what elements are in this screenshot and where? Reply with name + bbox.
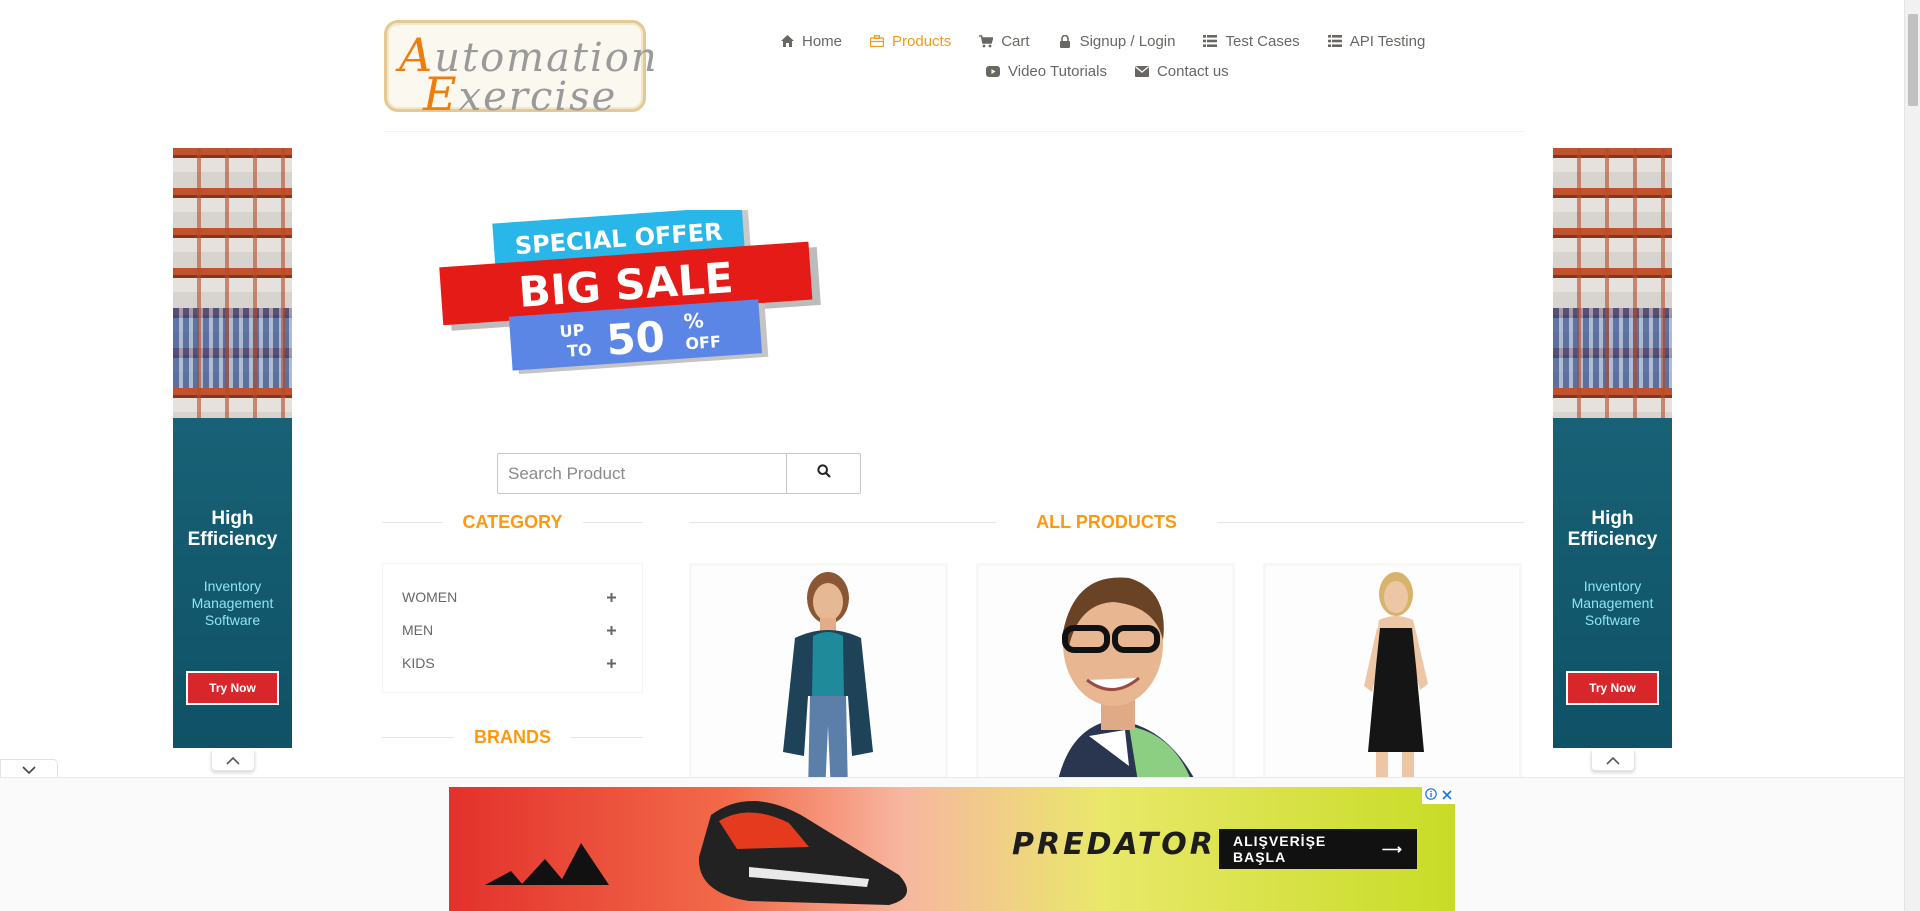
left-ad-collapse-toggle[interactable]: [211, 751, 255, 771]
search-icon: [816, 464, 831, 483]
ad-subtitle: Inventory Management Software: [173, 578, 292, 629]
category-item-men[interactable]: MEN: [383, 613, 642, 646]
ad-subtitle-line2: Management: [191, 595, 274, 611]
left-side-ad[interactable]: High Efficiency Inventory Management Sof…: [173, 148, 292, 748]
cart-icon: [979, 34, 994, 48]
ad-headline: High Efficiency: [1553, 508, 1672, 550]
ad-headline: High Efficiency: [173, 508, 292, 550]
sale-to: TO: [566, 340, 592, 361]
category-title-wrap: CATEGORY: [382, 512, 644, 533]
list-icon: [1327, 34, 1342, 48]
product-image-woman-top: [692, 566, 945, 790]
category-panel: WOMEN MEN KIDS: [382, 563, 643, 693]
logo-line2: Exercise: [423, 67, 618, 121]
ad-headline-line1: High: [211, 508, 254, 529]
product-image-man-polo: [979, 566, 1232, 790]
site-logo[interactable]: Automation Exercise: [384, 20, 657, 121]
sale-up: UP: [559, 320, 585, 341]
nav-contact-us-label: Contact us: [1156, 62, 1229, 80]
shop-now-label: ALIŞVERİŞE BAŞLA: [1233, 833, 1327, 865]
lock-icon: [1058, 34, 1072, 48]
sale-percent-sign: %: [683, 308, 705, 333]
nav-cart-label: Cart: [1001, 32, 1030, 50]
right-side-ad[interactable]: High Efficiency Inventory Management Sof…: [1553, 148, 1672, 748]
category-label: WOMEN: [402, 588, 458, 605]
home-icon: [780, 34, 794, 48]
category-label: MEN: [402, 621, 434, 638]
main-nav: Home Products Cart Signup / Login Test C…: [780, 26, 1440, 86]
briefcase-icon: [870, 34, 885, 48]
nav-video-tutorials[interactable]: Video Tutorials: [986, 63, 1107, 80]
ad-headline-line2: Efficiency: [187, 529, 278, 550]
predator-ad-text: PREDATOR: [1012, 827, 1216, 862]
chevron-up-icon: [1606, 752, 1620, 770]
close-icon[interactable]: [1442, 789, 1452, 803]
nav-video-tutorials-label: Video Tutorials: [1008, 62, 1107, 80]
category-item-women[interactable]: WOMEN: [383, 580, 642, 613]
right-ad-collapse-toggle[interactable]: [1591, 751, 1635, 771]
product-card[interactable]: [1263, 563, 1522, 793]
sale-off: OFF: [685, 332, 722, 353]
warehouse-shelves-image: [173, 148, 292, 418]
category-title: CATEGORY: [462, 512, 563, 532]
nav-home[interactable]: Home: [780, 33, 842, 50]
ad-subtitle-line3: Software: [204, 612, 261, 628]
ad-subtitle-line1: Inventory: [1583, 578, 1642, 594]
big-sale-banner: SPECIAL OFFER BIG SALE UP TO 50 % OFF: [438, 206, 828, 390]
nav-products[interactable]: Products: [870, 33, 951, 50]
arrow-right-icon: ⟶: [1381, 840, 1403, 857]
nav-signup-login[interactable]: Signup / Login: [1058, 32, 1176, 50]
category-item-kids[interactable]: KIDS: [383, 646, 642, 679]
page-scrollbar[interactable]: [1904, 0, 1920, 911]
ad-subtitle-line3: Software: [1584, 612, 1641, 628]
nav-test-cases-label: Test Cases: [1225, 32, 1300, 50]
try-now-button[interactable]: Try Now: [186, 671, 279, 705]
try-now-button[interactable]: Try Now: [1566, 671, 1659, 705]
category-label: KIDS: [402, 654, 435, 671]
brands-title: BRANDS: [474, 727, 552, 747]
scrollbar-thumb[interactable]: [1908, 14, 1918, 106]
product-image-black-dress: [1266, 566, 1519, 790]
product-card[interactable]: [689, 563, 948, 793]
envelope-icon: [1134, 64, 1149, 78]
brands-title-wrap: BRANDS: [382, 727, 644, 748]
nav-contact-us[interactable]: Contact us: [1134, 62, 1229, 80]
nav-home-label: Home: [802, 32, 843, 50]
search-product-input[interactable]: [497, 453, 787, 494]
nav-signup-login-label: Signup / Login: [1079, 32, 1176, 50]
info-icon[interactable]: [1424, 788, 1437, 803]
header-divider: [384, 131, 1524, 132]
all-products-title: ALL PRODUCTS: [1036, 512, 1177, 532]
plus-icon[interactable]: [607, 589, 616, 605]
nav-test-cases[interactable]: Test Cases: [1203, 32, 1300, 50]
list-icon: [1203, 34, 1218, 48]
ad-subtitle-line2: Management: [1571, 595, 1654, 611]
bottom-banner-ad[interactable]: PREDATOR ALIŞVERİŞE BAŞLA ⟶: [449, 787, 1455, 911]
search-submit-button[interactable]: [786, 453, 861, 494]
warehouse-shelves-image: [1553, 148, 1672, 418]
plus-icon[interactable]: [607, 655, 616, 671]
ad-headline-line1: High: [1591, 508, 1634, 529]
all-products-title-wrap: ALL PRODUCTS: [689, 512, 1525, 533]
youtube-icon: [986, 64, 1000, 78]
ad-subtitle: Inventory Management Software: [1553, 578, 1672, 629]
plus-icon[interactable]: [607, 622, 616, 638]
nav-api-testing[interactable]: API Testing: [1327, 32, 1426, 50]
sale-percent: 50: [605, 312, 667, 365]
nav-cart[interactable]: Cart: [979, 32, 1030, 50]
ad-subtitle-line1: Inventory: [203, 578, 262, 594]
shop-now-button[interactable]: ALIŞVERİŞE BAŞLA ⟶: [1219, 829, 1417, 869]
nav-products-label: Products: [892, 32, 952, 50]
product-card[interactable]: [976, 563, 1235, 793]
ad-headline-line2: Efficiency: [1567, 529, 1658, 550]
nav-api-testing-label: API Testing: [1349, 32, 1426, 50]
chevron-up-icon: [226, 752, 240, 770]
ad-info-controls: [1422, 787, 1455, 804]
